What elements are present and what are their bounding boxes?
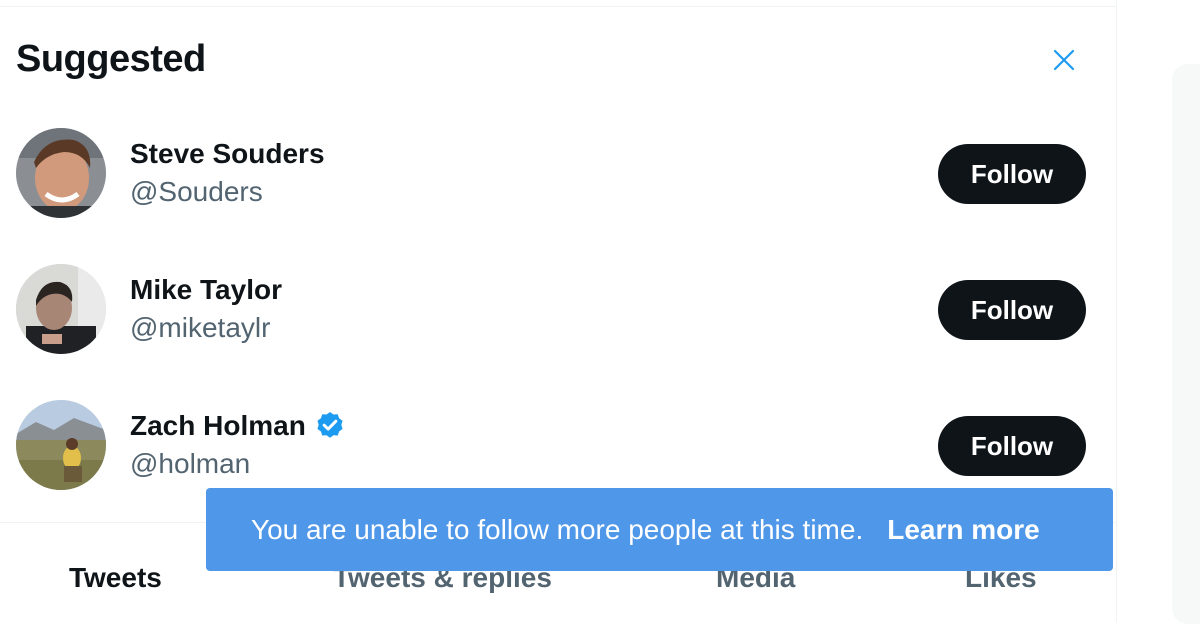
user-name[interactable]: Mike Taylor bbox=[130, 274, 282, 306]
user-handle[interactable]: @holman bbox=[130, 448, 250, 480]
toast-message: You are unable to follow more people at … bbox=[251, 513, 864, 545]
right-sidebar-panel bbox=[1172, 64, 1200, 624]
tab-tweets[interactable]: Tweets bbox=[69, 562, 162, 594]
user-name-text: Zach Holman bbox=[130, 410, 306, 441]
user-handle[interactable]: @miketaylr bbox=[130, 312, 270, 344]
section-title: Suggested bbox=[16, 38, 206, 80]
close-icon bbox=[1053, 49, 1075, 71]
avatar[interactable] bbox=[16, 128, 106, 218]
follow-button[interactable]: Follow bbox=[938, 416, 1086, 476]
user-name-text: Mike Taylor bbox=[130, 274, 282, 305]
close-button[interactable] bbox=[1046, 42, 1082, 78]
top-divider bbox=[0, 6, 1116, 7]
user-name[interactable]: Steve Souders bbox=[130, 138, 325, 170]
learn-more-link[interactable]: Learn more bbox=[887, 514, 1040, 546]
error-toast: You are unable to follow more people at … bbox=[206, 488, 1113, 571]
suggested-user-row[interactable]: Mike Taylor @miketaylr Follow bbox=[0, 264, 1116, 384]
verified-badge-icon bbox=[317, 412, 343, 438]
avatar[interactable] bbox=[16, 264, 106, 354]
user-handle[interactable]: @Souders bbox=[130, 176, 263, 208]
user-name[interactable]: Zach Holman bbox=[130, 410, 346, 442]
follow-button[interactable]: Follow bbox=[938, 280, 1086, 340]
avatar[interactable] bbox=[16, 400, 106, 490]
user-name-text: Steve Souders bbox=[130, 138, 325, 169]
suggested-user-row[interactable]: Steve Souders @Souders Follow bbox=[0, 128, 1116, 248]
follow-button[interactable]: Follow bbox=[938, 144, 1086, 204]
